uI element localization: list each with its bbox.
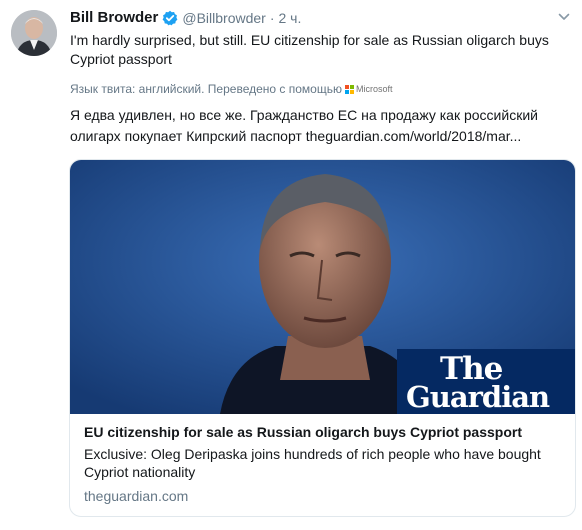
card-description: Exclusive: Oleg Deripaska joins hundreds… <box>84 446 541 480</box>
microsoft-logo-icon[interactable]: Microsoft <box>344 84 393 94</box>
link-card[interactable]: The Guardian EU citizenship for sale as … <box>69 159 576 517</box>
translated-link[interactable]: theguardian.com/world/2018/mar... <box>306 128 522 144</box>
tweet-timestamp[interactable]: 2 ч. <box>279 8 302 28</box>
tweet-text: I'm hardly surprised, but still. EU citi… <box>70 32 549 67</box>
separator-dot: · <box>269 10 275 26</box>
card-body: EU citizenship for sale as Russian oliga… <box>70 414 575 516</box>
verified-badge-icon <box>162 10 178 26</box>
translation-attribution: Язык твита: английский. Переведено с пом… <box>70 82 392 96</box>
user-name[interactable]: Bill Browder <box>70 8 158 28</box>
card-title: EU citizenship for sale as Russian oliga… <box>84 424 522 440</box>
translation-label: Язык твита: английский. Переведено с пом… <box>70 82 342 96</box>
tweet[interactable]: Bill Browder @Billbrowder · 2 ч. I'm har… <box>0 0 582 530</box>
tweet-header: Bill Browder @Billbrowder · 2 ч. <box>70 8 301 28</box>
avatar-image <box>11 10 57 56</box>
translated-tweet-text: Я едва удивлен, но все же. Гражданство Е… <box>70 105 570 147</box>
caret-down-icon[interactable] <box>557 10 571 24</box>
avatar[interactable] <box>11 10 57 56</box>
guardian-logo-guardian: Guardian <box>406 380 550 414</box>
microsoft-brand-text: Microsoft <box>355 84 393 94</box>
card-domain: theguardian.com <box>84 488 189 504</box>
user-handle[interactable]: @Billbrowder <box>182 8 265 28</box>
guardian-logo: The Guardian <box>397 349 575 414</box>
card-image: The Guardian <box>70 160 575 414</box>
